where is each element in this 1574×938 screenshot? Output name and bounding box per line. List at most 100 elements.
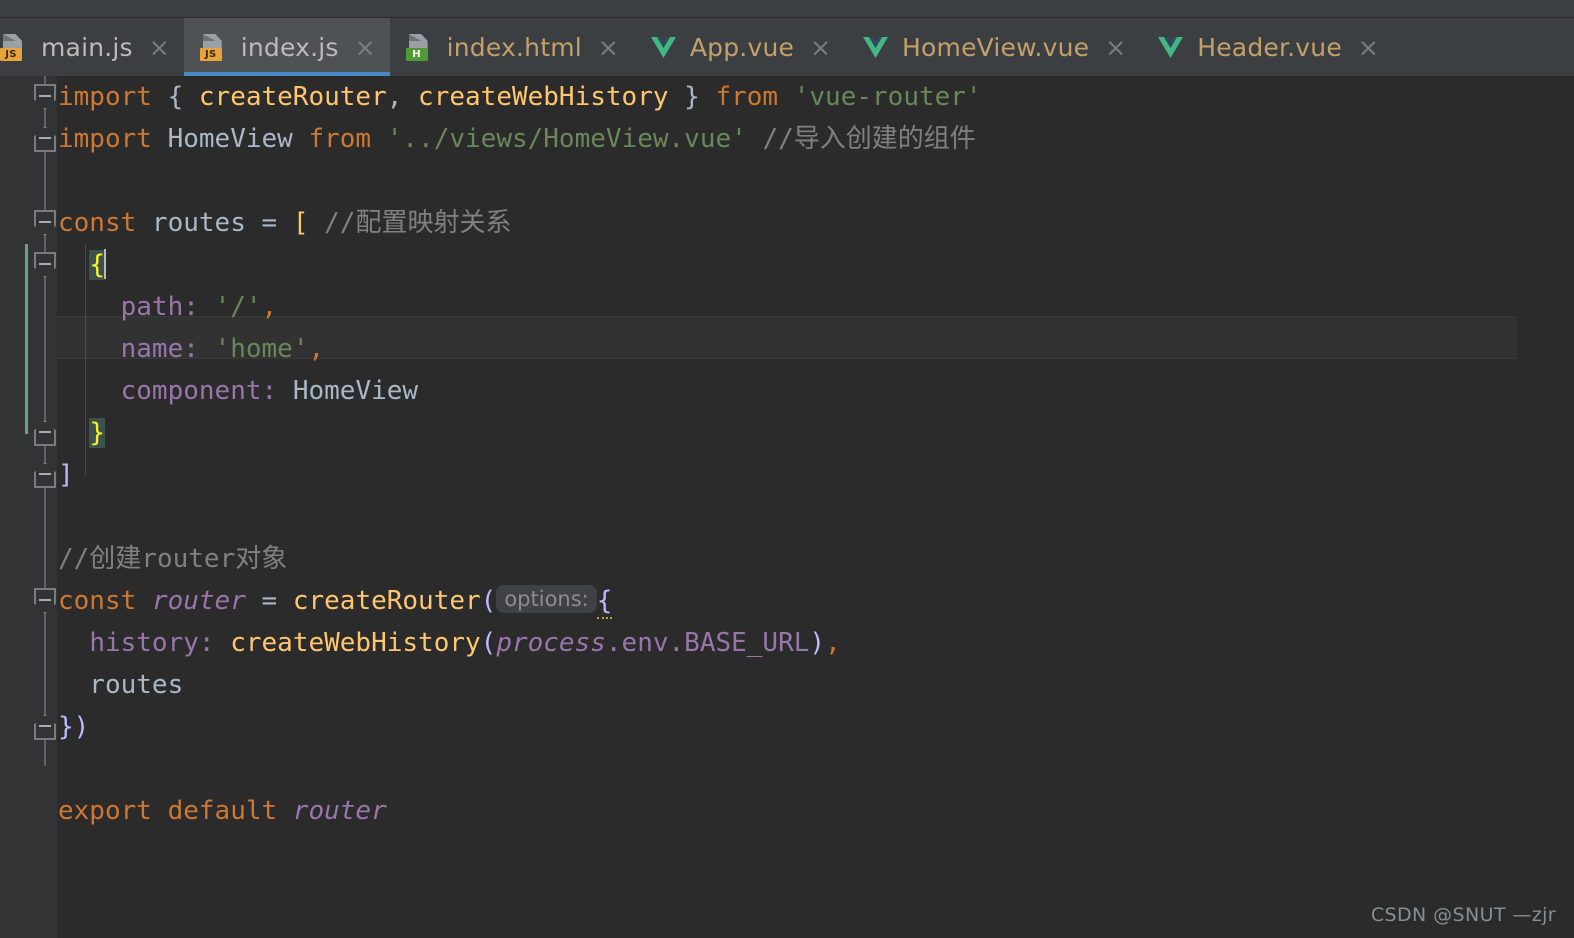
code-line[interactable]: import HomeView from '../views/HomeView.… [57, 118, 1574, 160]
token-operator: = [261, 208, 278, 238]
token-function: createRouter [198, 82, 387, 112]
token-comma: , [308, 334, 325, 364]
token-function: createRouter [292, 586, 481, 616]
code-line[interactable] [57, 748, 1574, 790]
tab-index-html[interactable]: H index.html × [390, 18, 633, 76]
token-punct: : [261, 376, 293, 406]
token-keyword: from [715, 82, 779, 112]
vue-file-icon [649, 32, 677, 62]
token-identifier: routes [136, 208, 262, 238]
code-line[interactable]: component: HomeView [57, 370, 1574, 412]
tab-main-js[interactable]: JS main.js × [0, 18, 184, 76]
code-line[interactable]: }) [57, 706, 1574, 748]
fold-toggle-icon[interactable] [34, 252, 56, 278]
token-bracket: [ [292, 208, 309, 238]
code-line[interactable]: path: '/', [57, 286, 1574, 328]
code-line[interactable]: //创建router对象 [57, 538, 1574, 580]
token-string: 'home' [214, 334, 309, 364]
js-badge: JS [0, 48, 22, 61]
close-icon[interactable]: × [598, 35, 619, 60]
token-keyword: from [308, 124, 372, 154]
token-variable: router [292, 796, 387, 826]
fold-toggle-icon[interactable] [34, 210, 56, 236]
token-keyword: const [58, 208, 137, 238]
code-line[interactable] [57, 160, 1574, 202]
token-comma: , [261, 292, 278, 322]
token-keyword: default [167, 796, 278, 826]
token-comment: //导入创建的组件 [762, 124, 976, 154]
token-property: history [89, 628, 199, 658]
close-icon[interactable]: × [810, 35, 831, 60]
token-identifier: HomeView [292, 376, 419, 406]
token-paren: ( [480, 586, 497, 616]
fold-toggle-icon[interactable] [34, 126, 56, 152]
fold-toggle-icon[interactable] [34, 462, 56, 488]
inlay-hint-options[interactable]: options: [496, 585, 597, 613]
token-property: component [120, 376, 262, 406]
fold-toggle-icon[interactable] [34, 588, 56, 614]
html-badge: H [405, 48, 428, 61]
text-caret [103, 249, 106, 279]
token-matched-brace: } [89, 418, 105, 448]
code-line[interactable]: name: 'home', [57, 328, 1574, 370]
code-text-area[interactable]: import { createRouter, createWebHistory … [57, 76, 1574, 938]
code-editor[interactable]: import { createRouter, createWebHistory … [0, 76, 1574, 938]
code-line[interactable]: history: createWebHistory(process.env.BA… [57, 622, 1574, 664]
tab-app-vue[interactable]: App.vue × [633, 18, 845, 76]
code-line[interactable]: const router = createRouter(options:{ [57, 580, 1574, 622]
close-icon[interactable]: × [1358, 35, 1379, 60]
close-icon[interactable]: × [355, 35, 376, 60]
watermark: CSDN @SNUT —zjr [1370, 904, 1556, 926]
vue-file-icon [1156, 32, 1184, 62]
tab-index-js[interactable]: JS index.js × [183, 18, 390, 76]
editor-gutter[interactable] [0, 76, 57, 938]
tab-label: App.vue [689, 32, 795, 62]
fold-toggle-icon[interactable] [34, 84, 56, 110]
token-punct: : [198, 628, 231, 658]
tab-label: main.js [41, 32, 133, 62]
tab-homeview-vue[interactable]: HomeView.vue × [845, 18, 1140, 76]
vcs-change-marker[interactable] [25, 244, 28, 434]
code-line[interactable]: export default router [57, 790, 1574, 832]
toolbar-strip [0, 0, 1574, 18]
token-punct: } [668, 82, 716, 112]
editor-tab-bar[interactable]: JS main.js × JS index.js × H index.html … [0, 18, 1574, 76]
fold-toggle-icon[interactable] [34, 420, 56, 446]
token-property: .env [605, 628, 669, 658]
token-keyword: import [58, 82, 152, 112]
token-keyword: const [58, 586, 137, 616]
close-icon[interactable]: × [1105, 35, 1126, 60]
token-property: path [120, 292, 184, 322]
vue-file-icon [861, 32, 889, 62]
tab-header-vue[interactable]: Header.vue × [1140, 18, 1393, 76]
token-identifier: HomeView [167, 124, 293, 154]
token-function: createWebHistory [230, 628, 481, 658]
token-identifier: routes [58, 670, 184, 700]
code-line[interactable]: ] [57, 454, 1574, 496]
tab-label: Header.vue [1197, 32, 1342, 62]
code-line-active[interactable]: { [57, 244, 1574, 286]
code-line[interactable]: routes [57, 664, 1574, 706]
token-brace: }) [58, 712, 90, 742]
tab-label: HomeView.vue [902, 32, 1090, 62]
close-icon[interactable]: × [149, 35, 170, 60]
token-string: '../views/HomeView.vue' [386, 124, 747, 154]
token-paren: ( [480, 628, 497, 658]
tab-label: index.html [446, 32, 582, 62]
code-line[interactable]: const routes = [ //配置映射关系 [57, 202, 1574, 244]
token-comment: //创建router对象 [58, 544, 288, 574]
code-line[interactable] [57, 496, 1574, 538]
code-line[interactable]: } [57, 412, 1574, 454]
token-punct: : [183, 292, 215, 322]
code-line[interactable]: import { createRouter, createWebHistory … [57, 76, 1574, 118]
html-file-icon: H [405, 32, 434, 62]
fold-toggle-icon[interactable] [34, 714, 56, 740]
